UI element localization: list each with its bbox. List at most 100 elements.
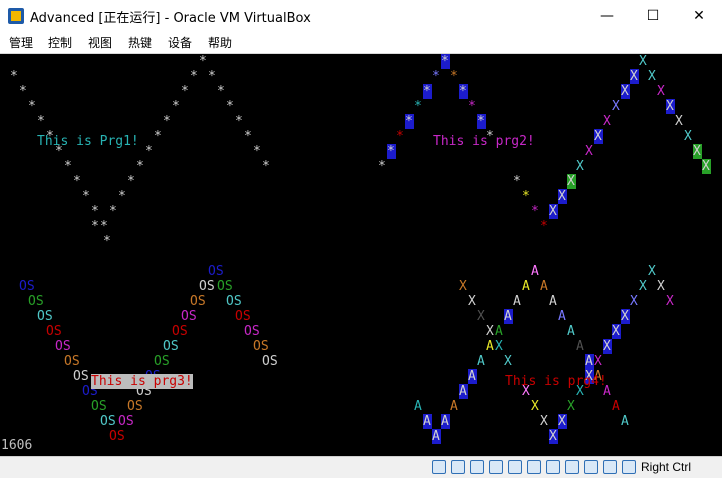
- screen-char: X: [639, 279, 647, 294]
- prg1-label: This is Prg1!: [37, 134, 139, 149]
- screen-char: X: [630, 294, 638, 309]
- close-button[interactable]: ✕: [676, 0, 722, 31]
- screen-char: *: [235, 114, 243, 129]
- screen-char: *: [19, 84, 27, 99]
- screen-char: OS: [199, 279, 215, 294]
- status-bar: Right Ctrl: [0, 456, 722, 478]
- screen-char: OS: [109, 429, 125, 444]
- network-icon[interactable]: [489, 460, 503, 474]
- screen-char: X: [666, 99, 674, 114]
- screen-char: *: [100, 219, 108, 234]
- screen-char: OS: [37, 309, 53, 324]
- arrow-down-icon[interactable]: [622, 460, 636, 474]
- screen-char: X: [477, 309, 485, 324]
- minimize-button[interactable]: —: [584, 0, 630, 31]
- screen-char: A: [558, 309, 566, 324]
- screen-char: X: [621, 309, 629, 324]
- screen-char: A: [621, 414, 629, 429]
- screen-char: OS: [73, 369, 89, 384]
- screen-char: *: [253, 144, 261, 159]
- menu-devices[interactable]: 设备: [168, 34, 192, 51]
- vm-screen[interactable]: * * * * * * * * * * * * * * * * * * * * * * * * * * * * * * * * * * * * * * * *…: [0, 54, 722, 456]
- screen-char: *: [82, 189, 90, 204]
- usb-icon[interactable]: [508, 460, 522, 474]
- video-capture-icon[interactable]: [565, 460, 579, 474]
- maximize-button[interactable]: ☐: [630, 0, 676, 31]
- screen-char: X: [558, 189, 566, 204]
- cpu-icon[interactable]: [584, 460, 598, 474]
- menu-control[interactable]: 控制: [48, 34, 72, 51]
- counter-value: 1606: [1, 438, 33, 453]
- audio-icon[interactable]: [470, 460, 484, 474]
- screen-char: OS: [127, 399, 143, 414]
- screen-char: *: [154, 129, 162, 144]
- screen-char: OS: [46, 324, 62, 339]
- screen-char: *: [91, 219, 99, 234]
- screen-char: *: [432, 69, 440, 84]
- screen-char: OS: [217, 279, 233, 294]
- screen-char: A: [486, 339, 494, 354]
- hard-disk-icon[interactable]: [432, 460, 446, 474]
- screen-char: A: [549, 294, 557, 309]
- menu-view[interactable]: 视图: [88, 34, 112, 51]
- screen-char: *: [441, 54, 449, 69]
- screen-char: X: [576, 159, 584, 174]
- screen-char: *: [37, 114, 45, 129]
- screen-char: A: [567, 324, 575, 339]
- screen-char: *: [396, 129, 404, 144]
- title-bar: Advanced [正在运行] - Oracle VM VirtualBox —…: [0, 0, 722, 32]
- screen-char: OS: [172, 324, 188, 339]
- screen-char: X: [531, 399, 539, 414]
- screen-char: X: [675, 114, 683, 129]
- screen-char: OS: [163, 339, 179, 354]
- screen-char: *: [468, 99, 476, 114]
- screen-char: *: [450, 69, 458, 84]
- screen-char: *: [262, 159, 270, 174]
- screen-char: X: [549, 204, 557, 219]
- shared-folder-icon[interactable]: [527, 460, 541, 474]
- screen-char: *: [64, 159, 72, 174]
- optical-drive-icon[interactable]: [451, 460, 465, 474]
- screen-char: OS: [208, 264, 224, 279]
- screen-char: X: [612, 99, 620, 114]
- screen-char: *: [109, 204, 117, 219]
- screen-char: X: [666, 294, 674, 309]
- screen-char: *: [531, 204, 539, 219]
- screen-char: X: [648, 264, 656, 279]
- screen-char: A: [423, 414, 431, 429]
- display-icon[interactable]: [546, 460, 560, 474]
- host-key-label: Right Ctrl: [641, 460, 692, 474]
- screen-char: *: [199, 54, 207, 69]
- screen-char: *: [163, 114, 171, 129]
- screen-char: X: [486, 324, 494, 339]
- screen-char: X: [621, 84, 629, 99]
- screen-char: *: [127, 174, 135, 189]
- screen-char: A: [504, 309, 512, 324]
- mouse-integration-icon[interactable]: [603, 460, 617, 474]
- screen-char: *: [172, 99, 180, 114]
- screen-char: *: [459, 84, 467, 99]
- window-title: Advanced [正在运行] - Oracle VM VirtualBox: [30, 11, 311, 26]
- screen-char: X: [657, 84, 665, 99]
- screen-char: *: [244, 129, 252, 144]
- menu-help[interactable]: 帮助: [208, 34, 232, 51]
- screen-char: OS: [235, 309, 251, 324]
- screen-char: X: [549, 429, 557, 444]
- prg4-label: This is prg4!: [505, 374, 607, 389]
- menu-hotkey[interactable]: 热键: [128, 34, 152, 51]
- screen-char: OS: [190, 294, 206, 309]
- screen-char: *: [91, 204, 99, 219]
- screen-char: *: [540, 219, 548, 234]
- screen-char: *: [414, 99, 422, 114]
- screen-char: X: [540, 414, 548, 429]
- screen-char: X: [459, 279, 467, 294]
- screen-char: A: [540, 279, 548, 294]
- screen-char: A: [522, 279, 530, 294]
- prg2-label: This is prg2!: [433, 134, 535, 149]
- screen-char: *: [208, 69, 216, 84]
- menu-manage[interactable]: 管理: [9, 34, 33, 51]
- screen-char: OS: [19, 279, 35, 294]
- screen-char: A: [468, 369, 476, 384]
- screen-char: X: [684, 129, 692, 144]
- screen-char: X: [648, 69, 656, 84]
